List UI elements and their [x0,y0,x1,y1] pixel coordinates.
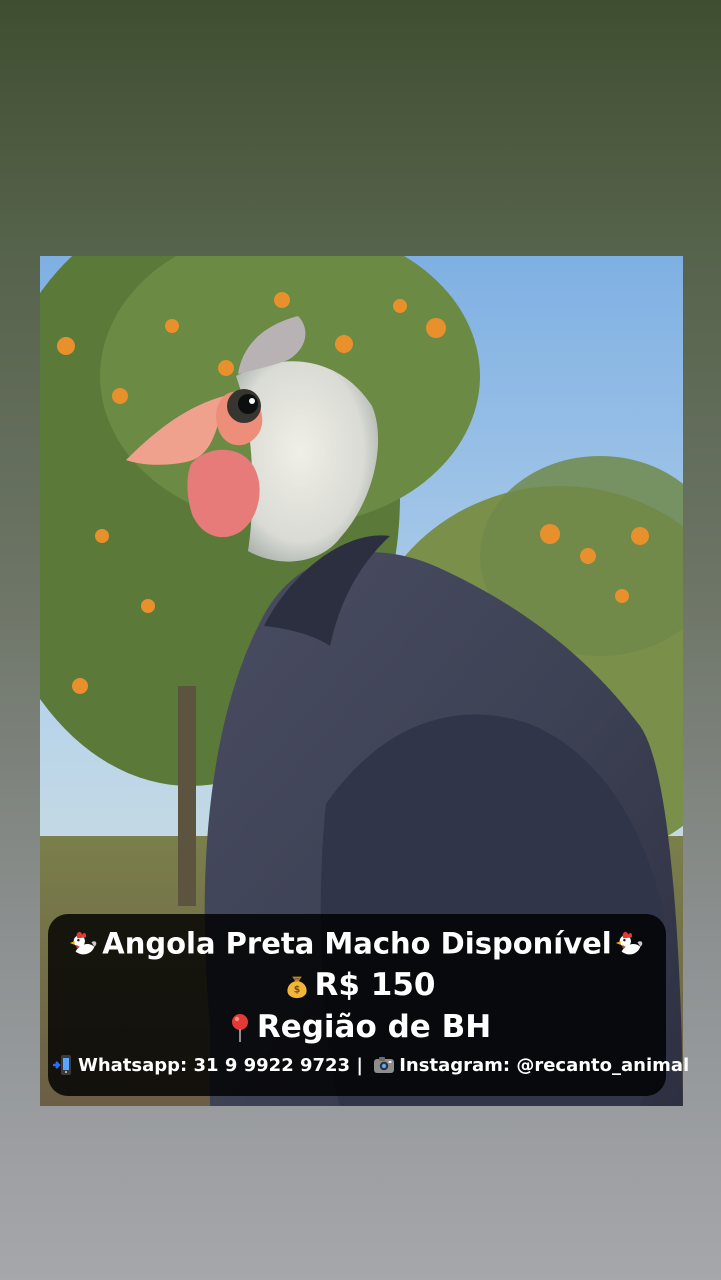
instagram-text: Instagram: @recanto_animal [399,1054,690,1076]
contact-separator: | [356,1054,363,1076]
mobile-phone-arrow-icon [51,1053,75,1077]
region-line: Região de BH [48,1011,666,1044]
title-line: Angola Preta Macho Disponível [48,928,666,959]
rooster-icon [69,928,99,958]
money-bag-icon: $ [282,970,312,1000]
title-text: Angola Preta Macho Disponível [102,926,612,961]
rooster-icon [615,928,645,958]
listing-caption: Angola Preta Macho Disponível $ R$ 150 R… [48,914,689,1096]
camera-icon [372,1053,396,1077]
contact-line: Whatsapp: 31 9 9922 9723 | Instagram: @r… [48,1053,689,1078]
whatsapp-text: Whatsapp: 31 9 9922 9723 [78,1054,351,1076]
region-text: Região de BH [256,1009,492,1045]
price-text: R$ 150 [314,967,436,1003]
price-line: $ R$ 150 [48,969,666,1001]
svg-text:$: $ [293,984,300,995]
location-pin-icon [226,1011,254,1043]
